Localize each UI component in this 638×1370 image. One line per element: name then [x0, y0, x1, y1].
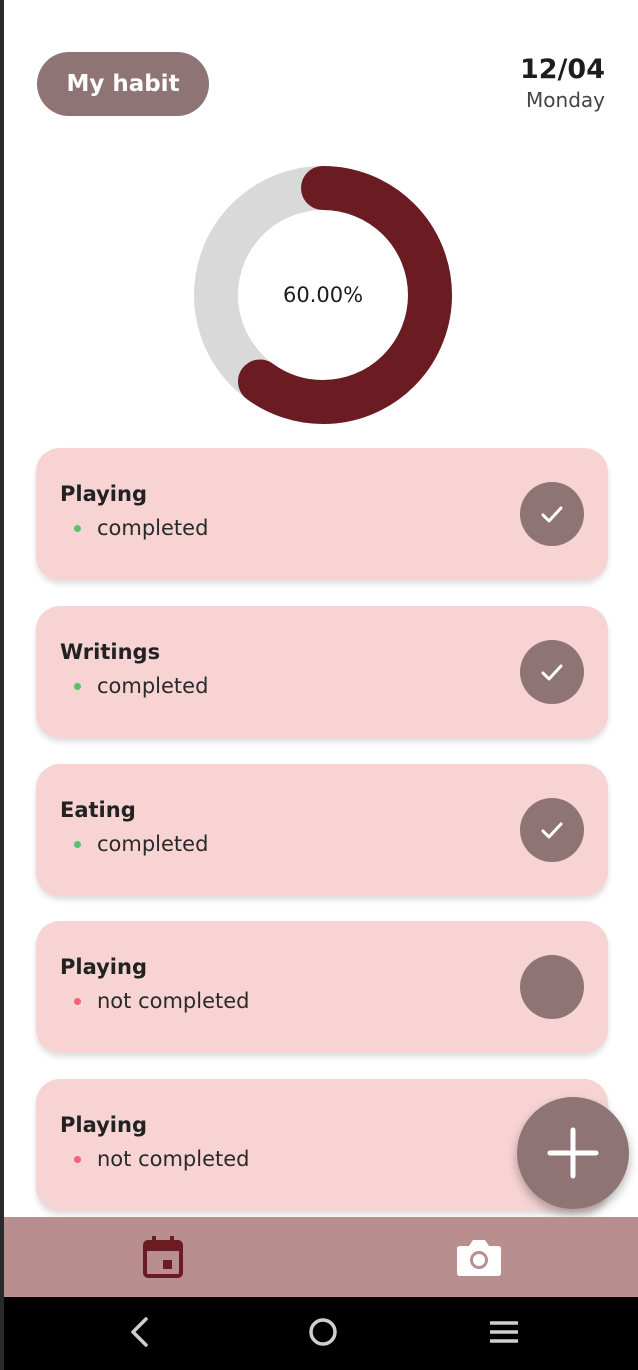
checkmark-icon — [541, 506, 563, 523]
habit-card[interactable]: Writings completed — [36, 606, 608, 738]
habit-name: Playing — [60, 482, 147, 506]
habit-name: Playing — [60, 1113, 147, 1137]
weekday-text: Monday — [526, 88, 605, 112]
date-display: 12/04 Monday — [520, 54, 605, 114]
checkmark-icon — [541, 664, 563, 681]
habit-name: Writings — [60, 640, 161, 664]
system-navigation-bar — [4, 1297, 638, 1370]
status-dot — [74, 682, 81, 690]
habit-status-text: completed — [97, 832, 209, 856]
checkmark-icon — [541, 822, 563, 839]
habit-card[interactable]: Playing completed — [36, 448, 608, 580]
plus-icon — [547, 1127, 599, 1179]
habit-status-text: completed — [97, 516, 209, 540]
habit-status: not completed — [74, 989, 250, 1013]
habit-status-text: not completed — [97, 989, 250, 1013]
camera-icon[interactable] — [456, 1237, 502, 1277]
habit-status-text: not completed — [97, 1147, 250, 1171]
complete-toggle-button[interactable] — [520, 955, 584, 1019]
my-habit-button[interactable]: My habit — [37, 52, 209, 116]
progress-percent: 60.00% — [282, 283, 364, 307]
calendar-icon[interactable] — [142, 1235, 184, 1279]
habit-name: Eating — [60, 798, 136, 822]
complete-toggle-button[interactable] — [520, 640, 584, 704]
app-screen: My habit 12/04 Monday 60.00% Playing com… — [4, 0, 638, 1370]
bottom-navigation — [4, 1217, 638, 1297]
habit-status: completed — [74, 674, 208, 698]
complete-toggle-button[interactable] — [520, 798, 584, 862]
date-text: 12/04 — [519, 54, 605, 85]
back-icon[interactable] — [126, 1315, 152, 1349]
habit-card[interactable]: Eating completed — [36, 764, 608, 896]
habit-card[interactable]: Playing not completed — [36, 921, 608, 1053]
status-dot — [74, 840, 81, 848]
complete-toggle-button[interactable] — [520, 482, 584, 546]
status-dot — [74, 997, 81, 1005]
status-dot — [74, 1155, 81, 1163]
habit-name: Playing — [60, 955, 147, 979]
status-dot — [74, 524, 81, 532]
habit-status: completed — [74, 832, 208, 856]
habit-status-text: completed — [97, 674, 209, 698]
recents-icon[interactable] — [487, 1315, 521, 1349]
home-icon[interactable] — [306, 1315, 340, 1349]
add-habit-button[interactable] — [517, 1097, 629, 1209]
habit-status: not completed — [74, 1147, 250, 1171]
habit-status: completed — [74, 516, 208, 540]
